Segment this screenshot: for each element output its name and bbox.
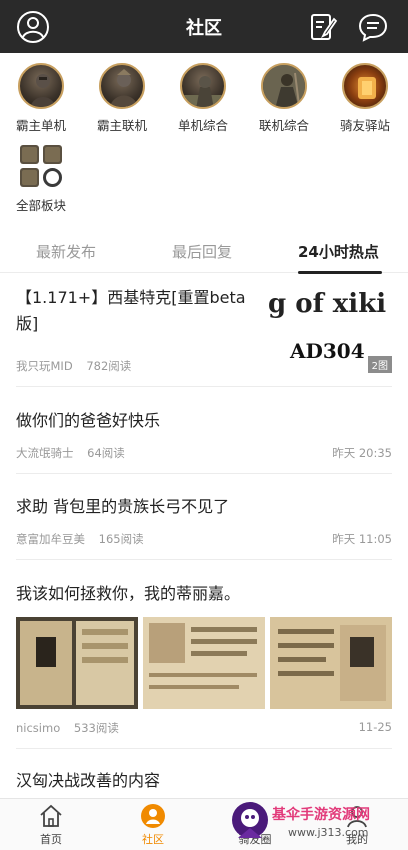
compose-post-button[interactable] [306, 10, 340, 44]
post-meta: nicsimo 533阅读 [16, 720, 119, 736]
board-avatar [342, 63, 388, 109]
top-bar: 社区 [0, 0, 408, 53]
post-item[interactable]: 做你们的爸爸好快乐 大流氓骑士 64阅读 昨天 20:35 [16, 400, 392, 474]
post-time: 11-25 [358, 720, 392, 734]
post-title: 求助 背包里的贵族长弓不见了 [16, 497, 230, 516]
home-icon [40, 804, 62, 827]
post-image[interactable] [143, 617, 265, 709]
post-item[interactable]: 我该如何拯救你，我的蒂丽嘉。 nicsimo 533阅读 11-25 [16, 573, 392, 749]
tab-latest[interactable]: 最新发布 [36, 241, 96, 262]
board-bazhu-single[interactable]: 霸主单机 [3, 63, 79, 134]
watermark-logo-icon [232, 802, 268, 838]
board-bazhu-online[interactable]: 霸主联机 [84, 63, 160, 134]
post-title: 我该如何拯救你，我的蒂丽嘉。 [16, 584, 241, 603]
page-title: 社区 [186, 18, 222, 39]
board-avatar [18, 63, 64, 109]
post-meta: 大流氓骑士 64阅读 [16, 445, 125, 461]
messages-button[interactable] [356, 10, 390, 44]
thumbnail-text-1: g of xiki [268, 289, 387, 319]
post-meta: 我只玩MID 782阅读 [16, 358, 131, 374]
post-meta: 意富加牟豆美 165阅读 [16, 531, 144, 547]
post-time: 昨天 20:35 [332, 446, 392, 460]
board-online-general[interactable]: 联机综合 [246, 63, 322, 134]
board-avatar [180, 63, 226, 109]
post-author: nicsimo [16, 721, 61, 735]
post-item[interactable]: 【1.171+】西基特克[重置beta版] 我只玩MID 782阅读 g of … [16, 283, 392, 387]
post-image[interactable] [16, 617, 138, 709]
board-single-general[interactable]: 单机综合 [165, 63, 241, 134]
post-item[interactable]: 汉匈决战改善的内容 [16, 762, 392, 798]
feed-tabs: 最新发布 最后回复 24小时热点 [0, 233, 408, 274]
tab-last-reply[interactable]: 最后回复 [172, 241, 232, 262]
edit-icon [311, 14, 338, 40]
watermark-url: www.j313.com [288, 826, 369, 839]
post-author: 大流氓骑士 [16, 446, 74, 460]
board-rider-station[interactable]: 骑友驿站 [327, 63, 403, 134]
post-reads: 64阅读 [87, 446, 125, 460]
board-avatar [99, 63, 145, 109]
post-image[interactable] [270, 617, 392, 709]
grid-icon [18, 143, 64, 189]
nav-community[interactable]: 社区 [123, 803, 183, 847]
board-grid: 霸主单机 霸主联机 单机综合 联机综合 骑友驿站 全部板块 [0, 53, 408, 223]
nav-home[interactable]: 首页 [21, 803, 81, 847]
tab-24h-hot[interactable]: 24小时热点 [298, 241, 379, 262]
post-title: 【1.171+】西基特克[重置beta版] [16, 288, 246, 333]
watermark: 基伞手游资源网 www.j313.com [228, 796, 408, 850]
post-author: 意富加牟豆美 [16, 532, 85, 546]
image-count-badge: 2图 [367, 356, 392, 373]
post-time: 昨天 11:05 [332, 532, 392, 546]
board-avatar [261, 63, 307, 109]
post-author: 我只玩MID [16, 359, 73, 373]
active-tab-indicator [298, 271, 382, 274]
post-thumbnail[interactable]: g of xiki AD304 2图 [266, 283, 392, 373]
post-title: 汉匈决战改善的内容 [16, 771, 161, 790]
board-all-sections[interactable]: 全部板块 [3, 143, 79, 214]
post-reads: 533阅读 [73, 721, 119, 735]
chat-bubble-icon [358, 13, 388, 42]
post-item[interactable]: 求助 背包里的贵族长弓不见了 意富加牟豆美 165阅读 昨天 11:05 [16, 486, 392, 560]
thumbnail-text-2: AD304 [290, 339, 365, 363]
watermark-text: 基伞手游资源网 [272, 807, 370, 823]
post-reads: 782阅读 [86, 359, 132, 373]
community-icon [141, 804, 165, 828]
post-reads: 165阅读 [98, 532, 144, 546]
post-title: 做你们的爸爸好快乐 [16, 411, 161, 430]
